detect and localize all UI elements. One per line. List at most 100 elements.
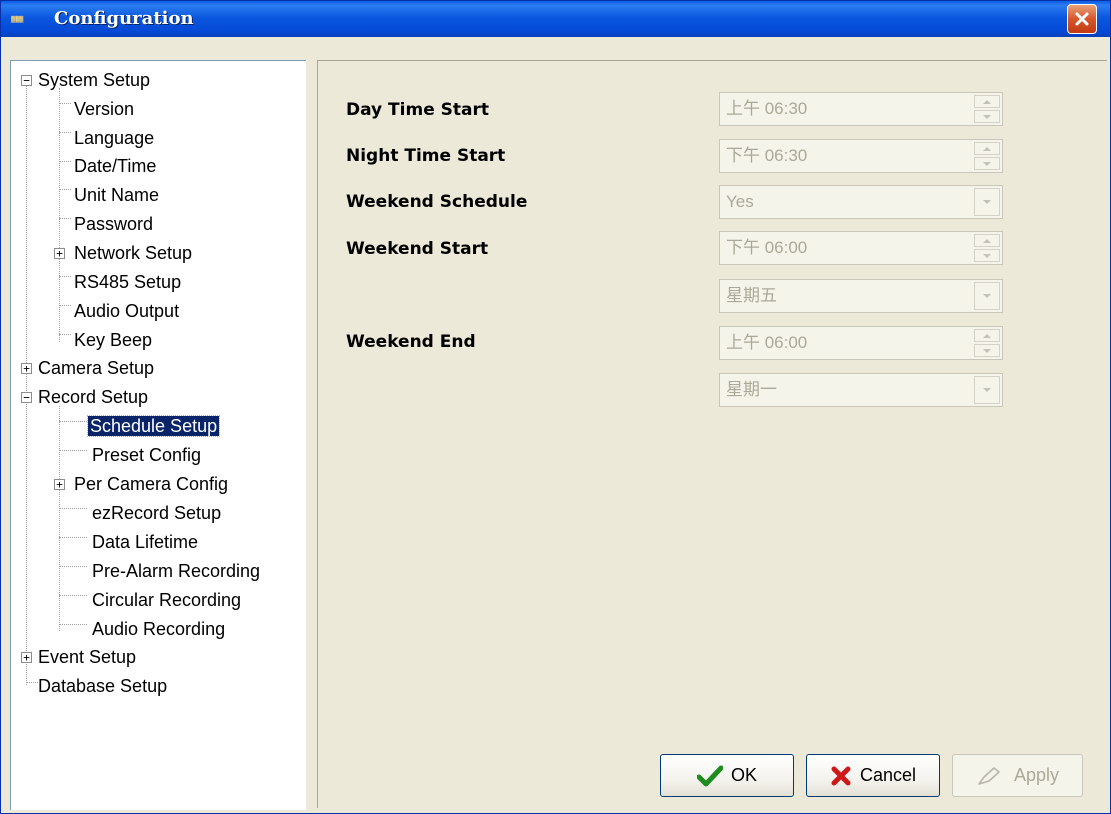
spin-down-icon[interactable]: [974, 344, 1000, 357]
tree-connector: [59, 88, 60, 342]
tree-item-unit-name[interactable]: Unit Name: [72, 182, 161, 208]
tree-item-label: Network Setup: [74, 243, 193, 263]
tree-item-per-camera-config[interactable]: Per Camera Config: [72, 471, 230, 497]
spin-up-icon[interactable]: [974, 234, 1000, 247]
weekend-end-time-value: 上午 06:00: [726, 333, 808, 352]
tree-item-label: Audio Output: [74, 301, 180, 321]
dropdown-arrow-icon[interactable]: [974, 188, 1000, 216]
window-title: Configuration: [54, 8, 194, 29]
dropdown-arrow-icon[interactable]: [974, 282, 1000, 310]
tree-item-rs485-setup[interactable]: RS485 Setup: [72, 269, 183, 295]
spin-up-icon[interactable]: [974, 95, 1000, 108]
tree-connector: [26, 75, 27, 685]
tree-item-key-beep[interactable]: Key Beep: [72, 327, 154, 353]
tree-item-network-setup[interactable]: Network Setup: [72, 240, 194, 266]
checkmark-icon: [696, 765, 723, 787]
spin-down-icon[interactable]: [974, 249, 1000, 262]
spin-buttons[interactable]: [974, 142, 1000, 170]
tree-item-label: System Setup: [38, 70, 151, 90]
expand-camera-setup-icon[interactable]: +: [21, 363, 32, 374]
apply-button[interactable]: Apply: [952, 754, 1083, 797]
tree-item-record-setup[interactable]: Record Setup: [36, 384, 150, 410]
collapse-system-setup-icon[interactable]: −: [21, 75, 32, 86]
ok-label: OK: [730, 765, 757, 785]
weekend-start-label: Weekend Start: [346, 239, 489, 259]
tree-item-system-setup[interactable]: System Setup: [36, 67, 152, 93]
tree-item-date-time[interactable]: Date/Time: [72, 153, 158, 179]
tree-item-label: Version: [74, 99, 135, 119]
tree-item-label: Event Setup: [38, 647, 137, 667]
tree-connector: [59, 103, 71, 104]
tree-item-ezrecord-setup[interactable]: ezRecord Setup: [90, 500, 223, 526]
tree-item-label: Preset Config: [92, 445, 202, 465]
apply-pencil-icon: [976, 764, 1006, 788]
tree-item-label: Password: [74, 214, 154, 234]
tree-item-version[interactable]: Version: [72, 96, 136, 122]
weekend-start-day-dropdown[interactable]: 星期五: [719, 279, 1003, 313]
dropdown-arrow-icon[interactable]: [974, 376, 1000, 404]
expand-event-setup-icon[interactable]: +: [21, 652, 32, 663]
tree-item-audio-recording[interactable]: Audio Recording: [90, 616, 227, 642]
tree-connector: [59, 406, 60, 631]
close-button[interactable]: [1067, 4, 1097, 34]
expand-per-camera-config-icon[interactable]: +: [54, 479, 65, 490]
spin-buttons[interactable]: [974, 234, 1000, 262]
tree-item-event-setup[interactable]: Event Setup: [36, 644, 138, 670]
tree-item-label: Data Lifetime: [92, 532, 199, 552]
tree-connector: [59, 276, 71, 277]
day-time-start-label: Day Time Start: [346, 100, 489, 120]
settings-tree[interactable]: − + + − + + System Setup Version Languag…: [10, 60, 306, 810]
tree-item-data-lifetime[interactable]: Data Lifetime: [90, 529, 200, 555]
weekend-end-day-dropdown[interactable]: 星期一: [719, 373, 1003, 407]
weekend-schedule-label: Weekend Schedule: [346, 192, 528, 212]
tree-connector: [59, 566, 87, 567]
spin-buttons[interactable]: [974, 329, 1000, 357]
ok-button[interactable]: OK: [660, 754, 794, 797]
configuration-window: ▦▦ Configuration − + + − + + System Setu…: [0, 0, 1111, 814]
night-time-start-value: 下午 06:30: [726, 146, 808, 165]
close-icon: [1075, 12, 1089, 26]
weekend-start-time-spinner[interactable]: 下午 06:00: [719, 231, 1003, 265]
night-time-start-label: Night Time Start: [346, 146, 506, 166]
tree-item-audio-output[interactable]: Audio Output: [72, 298, 181, 324]
tree-item-language[interactable]: Language: [72, 125, 156, 151]
tree-item-pre-alarm-recording[interactable]: Pre-Alarm Recording: [90, 558, 262, 584]
collapse-record-setup-icon[interactable]: −: [21, 392, 32, 403]
tree-item-schedule-setup[interactable]: Schedule Setup: [86, 413, 221, 439]
spin-down-icon[interactable]: [974, 157, 1000, 170]
app-icon: ▦▦: [11, 12, 23, 25]
weekend-end-label: Weekend End: [346, 332, 476, 352]
weekend-schedule-value: Yes: [726, 192, 754, 211]
tree-item-preset-config[interactable]: Preset Config: [90, 442, 203, 468]
tree-item-password[interactable]: Password: [72, 211, 155, 237]
day-time-start-spinner[interactable]: 上午 06:30: [719, 92, 1003, 126]
weekend-end-time-spinner[interactable]: 上午 06:00: [719, 326, 1003, 360]
tree-item-circular-recording[interactable]: Circular Recording: [90, 587, 243, 613]
day-time-start-value: 上午 06:30: [726, 99, 808, 118]
tree-connector: [59, 537, 87, 538]
tree-item-label: Language: [74, 128, 155, 148]
spin-up-icon[interactable]: [974, 329, 1000, 342]
tree-connector: [59, 334, 71, 335]
weekend-schedule-dropdown[interactable]: Yes: [719, 185, 1003, 219]
spin-buttons[interactable]: [974, 95, 1000, 123]
title-bar[interactable]: ▦▦ Configuration: [1, 1, 1110, 37]
weekend-end-day-value: 星期一: [726, 380, 777, 399]
tree-item-label: Pre-Alarm Recording: [92, 561, 261, 581]
tree-item-label: Key Beep: [74, 330, 153, 350]
tree-item-label: Record Setup: [38, 387, 149, 407]
tree-item-camera-setup[interactable]: Camera Setup: [36, 355, 156, 381]
tree-item-label: Unit Name: [74, 185, 160, 205]
tree-connector: [59, 595, 87, 596]
tree-connector: [59, 421, 87, 422]
tree-item-database-setup[interactable]: Database Setup: [36, 673, 169, 699]
cancel-button[interactable]: Cancel: [806, 754, 940, 797]
tree-item-label: Audio Recording: [92, 619, 226, 639]
expand-network-setup-icon[interactable]: +: [54, 248, 65, 259]
tree-connector: [59, 189, 71, 190]
spin-down-icon[interactable]: [974, 110, 1000, 123]
tree-connector: [59, 508, 87, 509]
cancel-label: Cancel: [859, 765, 917, 785]
night-time-start-spinner[interactable]: 下午 06:30: [719, 139, 1003, 173]
spin-up-icon[interactable]: [974, 142, 1000, 155]
